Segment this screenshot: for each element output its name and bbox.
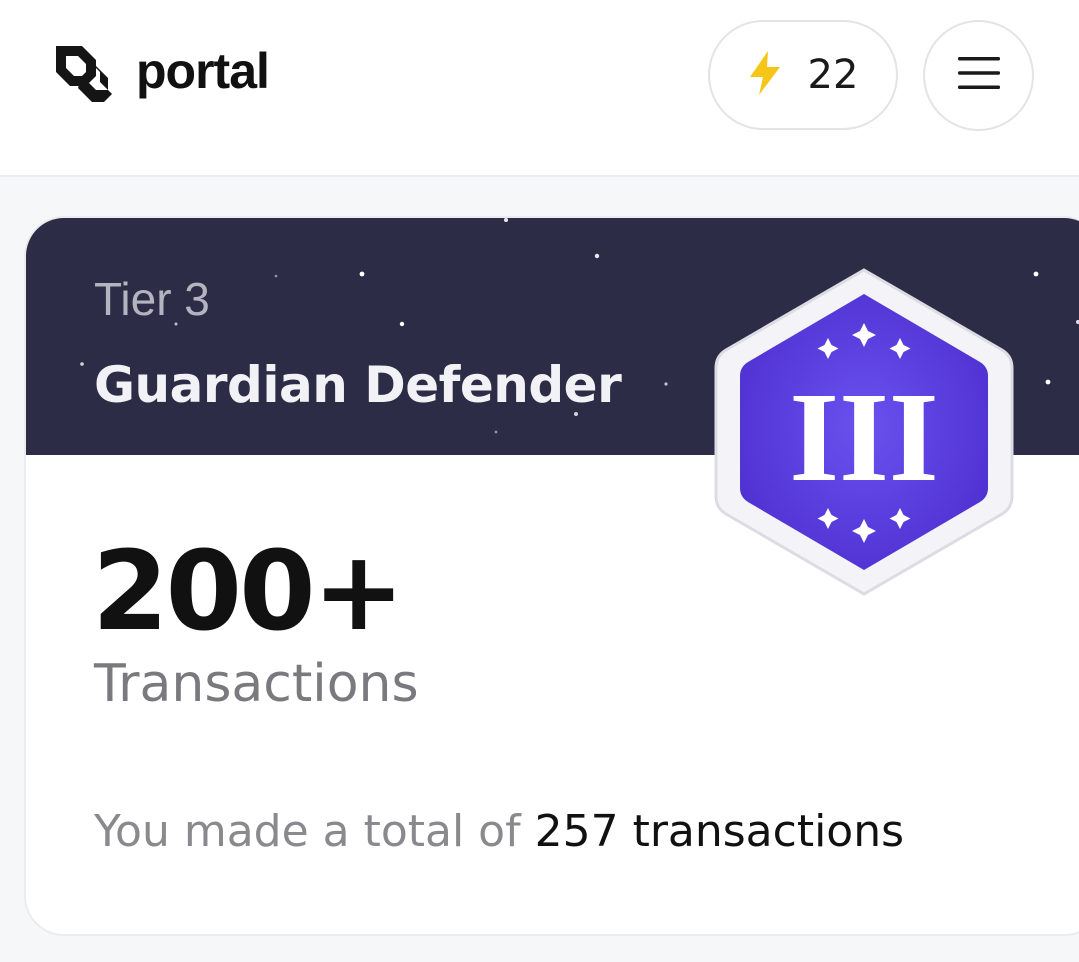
tier-card: Tier 3 Guardian Defender III 200+ Transa… [24,216,1079,936]
tier-badge: III [712,264,1016,600]
hamburger-menu-icon [957,56,1000,95]
lightning-bolt-icon [748,50,782,100]
menu-button[interactable] [923,20,1034,131]
transaction-count: 200+ [92,527,405,655]
badge-numeral: III [789,366,938,508]
top-bar: portal 22 [0,0,1079,177]
tier-label: Tier 3 [94,273,210,325]
points-button[interactable]: 22 [708,20,898,130]
transaction-count-label: Transactions [94,654,419,714]
portal-logo[interactable]: portal [52,42,270,104]
portal-logo-icon [52,42,114,104]
points-count: 22 [807,52,859,98]
summary-value: 257 transactions [534,806,905,857]
tier-title: Guardian Defender [94,356,622,414]
summary-prefix: You made a total of [94,806,521,857]
logo-text: portal [136,43,270,99]
transaction-summary: You made a total of 257 transactions [94,810,904,854]
